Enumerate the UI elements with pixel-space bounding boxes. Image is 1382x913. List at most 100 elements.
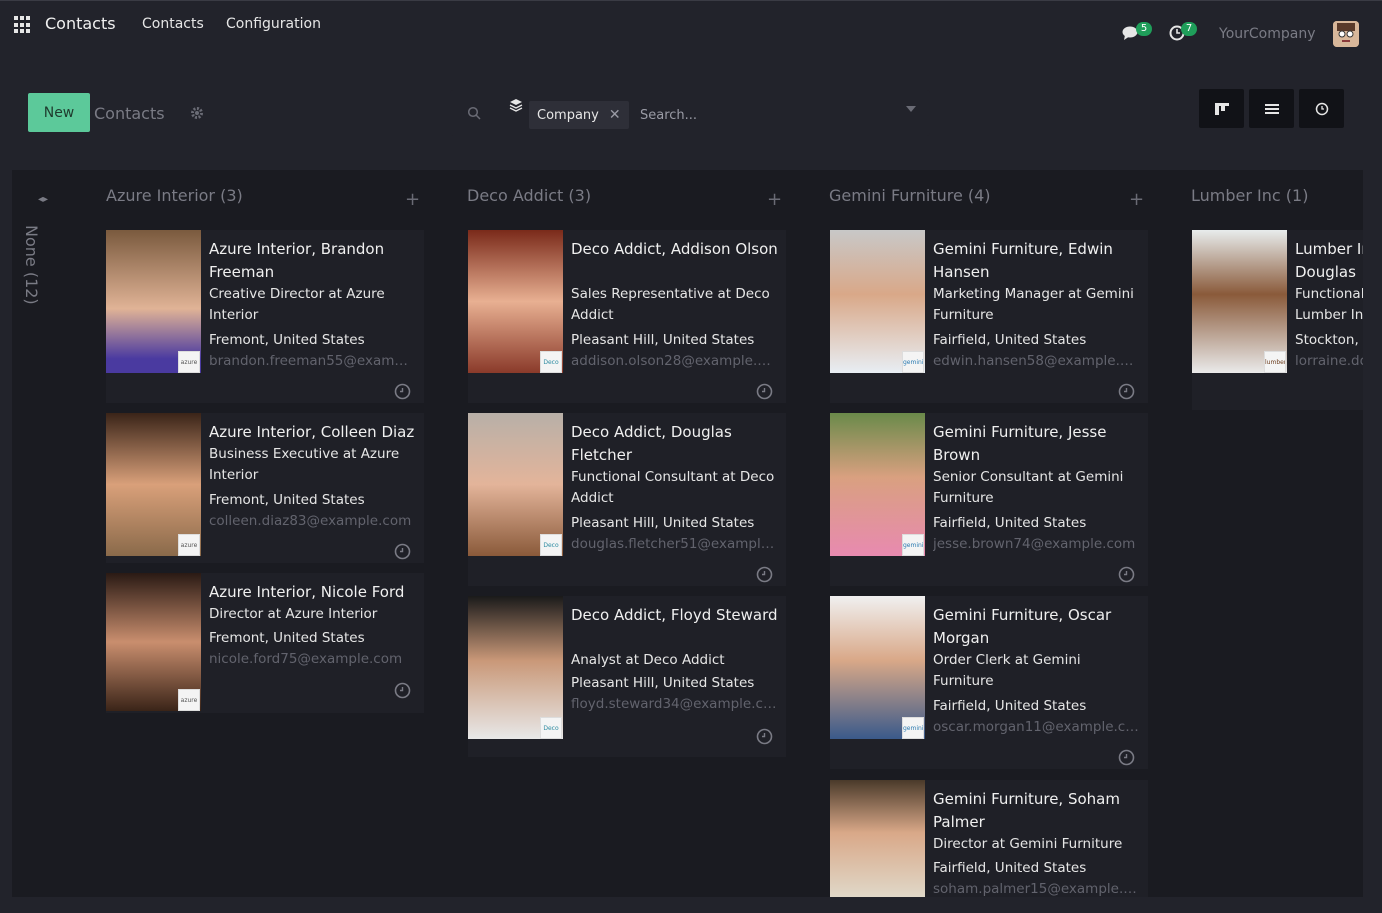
- contact-email: floyd.steward34@example.com: [571, 696, 777, 712]
- list-view-icon: [1264, 103, 1279, 114]
- group-by-layers-icon: [509, 99, 523, 112]
- column-count: (3): [568, 186, 592, 205]
- activity-clock-icon[interactable]: [1118, 749, 1135, 766]
- company-logo: azure: [178, 351, 200, 373]
- contact-location: Fairfield, United States: [933, 332, 1087, 348]
- column-count: (1): [1285, 186, 1309, 205]
- activity-clock-icon[interactable]: [756, 728, 773, 745]
- contact-card[interactable]: azure Azure Interior, Nicole Ford Direct…: [106, 573, 424, 713]
- contact-location: Fremont, United States: [209, 332, 365, 348]
- contact-function: Business Executive at Azure Interior: [209, 446, 400, 483]
- contact-email: lorraine.douglas35@example.com: [1295, 353, 1363, 369]
- breadcrumb: Contacts: [94, 104, 165, 123]
- contact-location: Pleasant Hill, United States: [571, 675, 755, 691]
- contact-function: Sales Representative at Deco Addict: [571, 286, 770, 323]
- contact-email: douglas.fletcher51@example.com: [571, 536, 777, 552]
- column-quick-create-icon[interactable]: +: [767, 189, 782, 210]
- gear-icon[interactable]: [190, 106, 204, 120]
- contact-card[interactable]: gemini Gemini Furniture, Edwin Hansen Ma…: [830, 230, 1148, 403]
- contact-name: Deco Addict, Floyd Steward: [571, 606, 778, 624]
- apps-menu-icon[interactable]: [14, 16, 32, 34]
- search-input[interactable]: [640, 105, 890, 125]
- page-edge: [1363, 170, 1382, 897]
- activity-view-button[interactable]: [1299, 89, 1344, 128]
- contact-card[interactable]: Deco Deco Addict, Douglas Fletcher Funct…: [468, 413, 786, 586]
- user-avatar[interactable]: [1333, 21, 1359, 47]
- company-logo: Deco: [540, 351, 562, 373]
- column-quick-create-icon[interactable]: +: [1129, 189, 1144, 210]
- search-options-toggle-icon[interactable]: [906, 106, 916, 112]
- contact-function: Director at Gemini Furniture: [933, 836, 1123, 852]
- activity-view-icon: [1315, 102, 1328, 115]
- activity-clock-icon[interactable]: [756, 566, 773, 583]
- activity-clock-icon[interactable]: [394, 383, 411, 400]
- menu-configuration[interactable]: Configuration: [226, 16, 321, 32]
- company-logo: azure: [178, 689, 200, 711]
- company-logo: azure: [178, 534, 200, 556]
- contact-function: Functional Consultant at Lumber Inc: [1295, 286, 1363, 323]
- unfold-column-icon[interactable]: ◂▸: [38, 194, 48, 205]
- contact-name: Gemini Furniture, Edwin Hansen: [933, 240, 1113, 281]
- company-logo: gemini: [902, 534, 924, 556]
- search-icon[interactable]: [467, 106, 481, 120]
- new-button[interactable]: New: [28, 93, 90, 132]
- contact-email: edwin.hansen58@example.com: [933, 353, 1139, 369]
- company-logo: Deco: [540, 534, 562, 556]
- contact-function: Marketing Manager at Gemini Furniture: [933, 286, 1134, 323]
- app-name[interactable]: Contacts: [45, 14, 116, 33]
- activity-clock-icon[interactable]: [394, 682, 411, 699]
- contact-name: Lumber Inc, Lorraine Douglas: [1295, 240, 1363, 281]
- contact-function: Analyst at Deco Addict: [571, 652, 725, 668]
- top-navbar: Contacts Contacts Configuration 5 7 Your…: [0, 0, 1382, 50]
- contact-email: addison.olson28@example.com: [571, 353, 777, 369]
- activity-clock-icon[interactable]: [1118, 383, 1135, 400]
- activity-clock-icon[interactable]: [1118, 566, 1135, 583]
- contact-location: Fremont, United States: [209, 630, 365, 646]
- column-count: (3): [220, 186, 243, 205]
- company-switcher[interactable]: YourCompany: [1219, 26, 1316, 42]
- contact-email: brandon.freeman55@example.com: [209, 353, 415, 369]
- menu-contacts[interactable]: Contacts: [142, 16, 204, 32]
- search-facet-company: Company ✕: [529, 101, 629, 129]
- activities-count-badge: 7: [1181, 22, 1197, 36]
- contact-photo: [830, 780, 925, 897]
- column-header-gemini-furniture[interactable]: Gemini Furniture (4): [829, 186, 991, 205]
- contact-location: Fairfield, United States: [933, 698, 1087, 714]
- company-logo: gemini: [902, 351, 924, 373]
- activity-clock-icon[interactable]: [756, 383, 773, 400]
- contact-name: Gemini Furniture, Soham Palmer: [933, 790, 1120, 831]
- folded-column-none[interactable]: None (12): [22, 225, 41, 305]
- activity-clock-icon[interactable]: [394, 543, 411, 560]
- column-title: Gemini Furniture: [829, 186, 963, 205]
- contact-card[interactable]: azure Azure Interior, Colleen Diaz Busin…: [106, 413, 424, 563]
- contact-card[interactable]: azure Azure Interior, Brandon Freeman Cr…: [106, 230, 424, 403]
- contact-card[interactable]: gemini Gemini Furniture, Jesse Brown Sen…: [830, 413, 1148, 586]
- contact-function: Creative Director at Azure Interior: [209, 286, 385, 323]
- contact-location: Fairfield, United States: [933, 860, 1087, 876]
- kanban-view-button[interactable]: [1199, 89, 1244, 128]
- contact-card[interactable]: gemini Gemini Furniture, Oscar Morgan Or…: [830, 596, 1148, 769]
- contact-name: Gemini Furniture, Jesse Brown: [933, 423, 1107, 464]
- column-title: Lumber Inc: [1191, 186, 1281, 205]
- facet-remove-icon[interactable]: ✕: [609, 107, 621, 123]
- list-view-button[interactable]: [1249, 89, 1294, 128]
- contact-location: Fairfield, United States: [933, 515, 1087, 531]
- contact-location: Pleasant Hill, United States: [571, 515, 755, 531]
- column-header-lumber-inc[interactable]: Lumber Inc (1): [1191, 186, 1308, 205]
- column-title: Deco Addict: [467, 186, 564, 205]
- contact-card[interactable]: lumber Lumber Inc, Lorraine Douglas Func…: [1192, 230, 1363, 410]
- contact-card[interactable]: Deco Deco Addict, Floyd Steward Analyst …: [468, 596, 786, 757]
- company-logo: Deco: [540, 717, 562, 739]
- column-header-deco-addict[interactable]: Deco Addict (3): [467, 186, 591, 205]
- contact-email: jesse.brown74@example.com: [933, 536, 1136, 552]
- contact-name: Deco Addict, Addison Olson: [571, 240, 778, 258]
- column-count: (4): [967, 186, 991, 205]
- contact-location: Pleasant Hill, United States: [571, 332, 755, 348]
- contact-email: soham.palmer15@example.com: [933, 881, 1139, 897]
- column-quick-create-icon[interactable]: +: [405, 189, 420, 210]
- contact-card[interactable]: Deco Deco Addict, Addison Olson Sales Re…: [468, 230, 786, 403]
- contact-card[interactable]: Gemini Furniture, Soham Palmer Director …: [830, 780, 1148, 897]
- column-header-azure-interior[interactable]: Azure Interior (3): [106, 186, 243, 205]
- facet-label: Company: [537, 107, 599, 123]
- contact-location: Stockton, United States: [1295, 332, 1363, 348]
